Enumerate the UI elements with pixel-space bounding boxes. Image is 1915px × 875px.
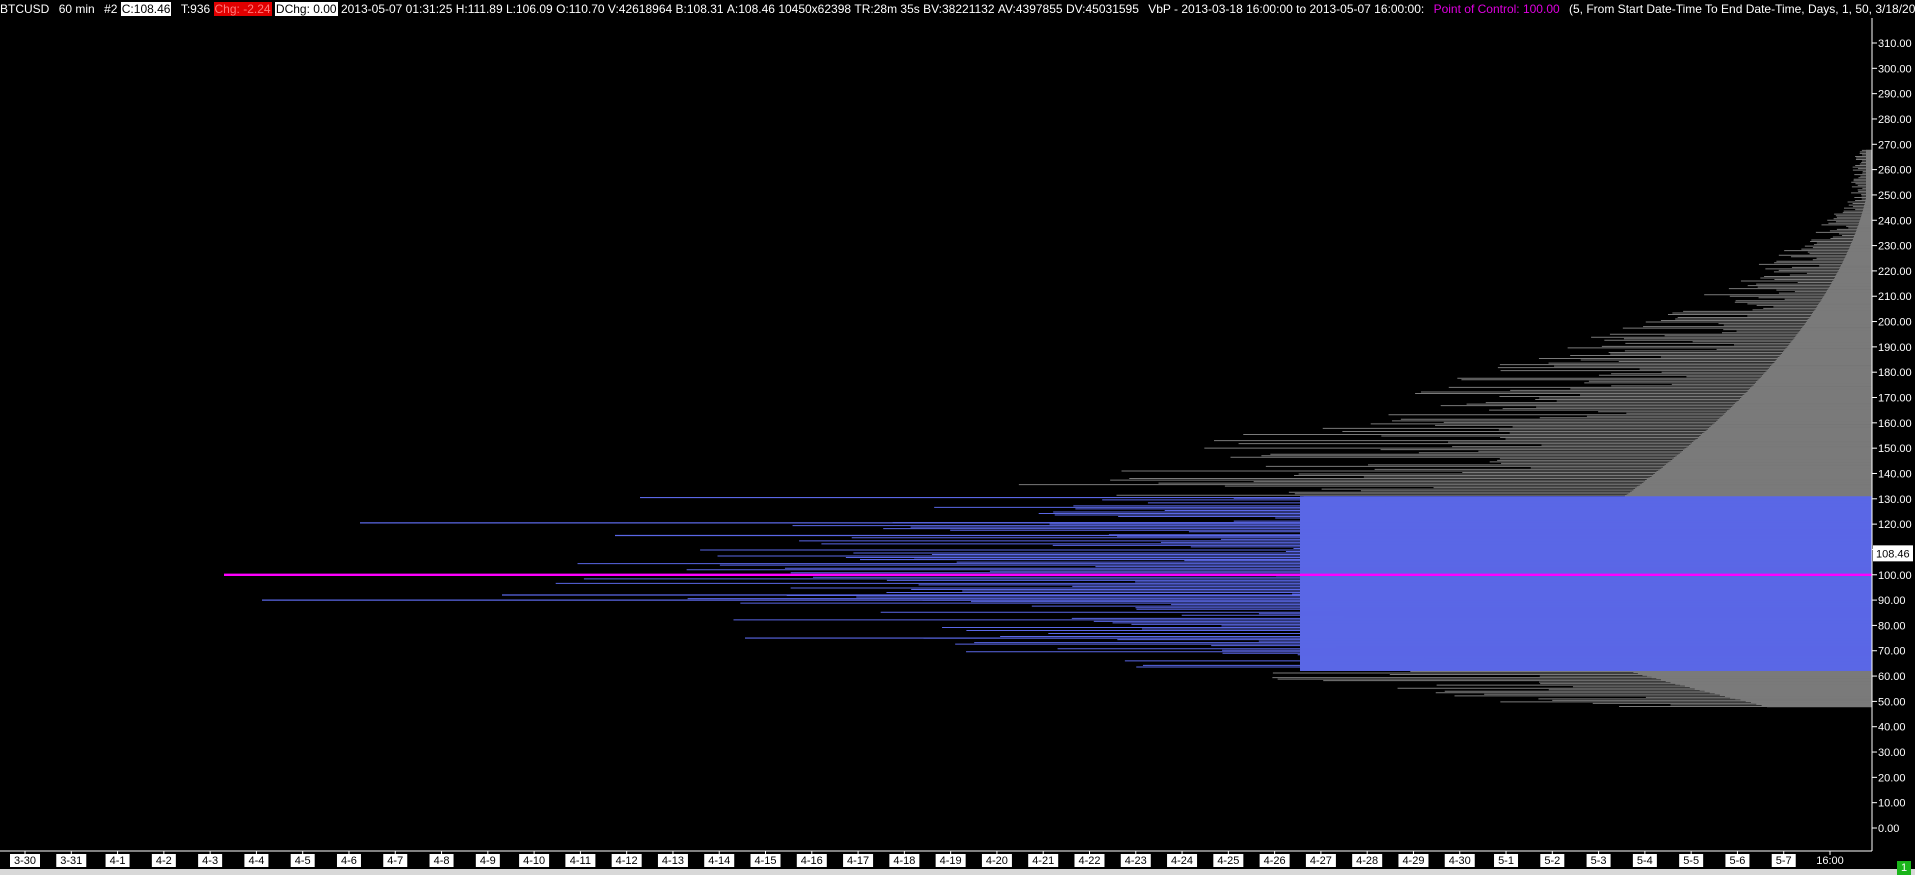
x-axis-label: 4-18 — [893, 855, 915, 867]
close-price: C:108.46 — [120, 2, 172, 16]
y-axis-label: 290.00 — [1878, 89, 1912, 101]
x-axis-label: 5-7 — [1776, 855, 1792, 867]
y-axis-label: 10.00 — [1878, 798, 1906, 810]
timestamp: 2013-05-07 01:31:25 — [340, 2, 453, 16]
y-axis-label: 210.00 — [1878, 291, 1912, 303]
x-axis-label: 4-10 — [523, 855, 545, 867]
x-axis-label: 5-4 — [1637, 855, 1653, 867]
x-axis-label: 4-2 — [156, 855, 172, 867]
x-axis-label: 4-15 — [754, 855, 776, 867]
x-axis-label: 3-31 — [60, 855, 82, 867]
x-axis-label: 5-1 — [1498, 855, 1514, 867]
x-axis-label: 4-21 — [1032, 855, 1054, 867]
x-axis-label: 4-20 — [986, 855, 1008, 867]
x-axis-label: 4-3 — [202, 855, 218, 867]
high-value: H:111.89 — [455, 2, 503, 16]
x-axis-label: 4-26 — [1264, 855, 1286, 867]
x-axis-label: 4-4 — [248, 855, 264, 867]
x-axis-label: 4-13 — [662, 855, 684, 867]
y-axis-label: 240.00 — [1878, 215, 1912, 227]
open-value: O:110.70 — [556, 2, 605, 16]
y-axis-label: 300.00 — [1878, 63, 1912, 75]
chart-header: BTCUSD 60 min #2 C:108.46 T:936 Chg: -2.… — [0, 0, 1915, 18]
x-axis-label: 4-17 — [847, 855, 869, 867]
ask-volume: AV:4397855 — [997, 2, 1063, 16]
y-axis-label: 170.00 — [1878, 393, 1912, 405]
y-axis-label: 90.00 — [1878, 595, 1906, 607]
x-axis-label: 5-6 — [1729, 855, 1745, 867]
y-axis-label: 40.00 — [1878, 722, 1906, 734]
x-axis-label: 16:00 — [1816, 855, 1844, 867]
y-axis-label: 140.00 — [1878, 468, 1912, 480]
x-axis-label: 4-29 — [1402, 855, 1424, 867]
y-axis-label: 50.00 — [1878, 696, 1906, 708]
low-value: L:106.09 — [506, 2, 553, 16]
poc-label: Point of Control: 100.00 — [1433, 2, 1560, 16]
daily-change: DChg: 0.00 — [274, 2, 338, 16]
y-axis-label: 270.00 — [1878, 139, 1912, 151]
x-axis-label: 4-5 — [295, 855, 311, 867]
x-axis-label: 5-5 — [1683, 855, 1699, 867]
study-name[interactable]: VbP - 2013-03-18 16:00:00 to 2013-05-07 … — [1148, 0, 1424, 18]
x-axis-label: 4-22 — [1078, 855, 1100, 867]
x-axis-label: 5-3 — [1591, 855, 1607, 867]
x-axis-label: 4-12 — [616, 855, 638, 867]
y-axis-label: 130.00 — [1878, 494, 1912, 506]
x-axis-label: 3-30 — [14, 855, 36, 867]
time-remaining: TR:28m 35s — [854, 2, 920, 16]
x-axis-label: 4-16 — [801, 855, 823, 867]
x-axis-label: 4-7 — [387, 855, 403, 867]
y-axis-label: 0.00 — [1878, 823, 1899, 835]
delta-volume: DV:45031595 — [1065, 2, 1139, 16]
ask-value: A:108.46 — [726, 2, 775, 16]
volume-profile-chart[interactable]: 310.00 300.00 290.00 280.00 270.00 260.00 250.… — [0, 18, 1915, 869]
symbol[interactable]: BTCUSD — [0, 0, 49, 18]
status-indicator[interactable]: 1 — [1897, 861, 1911, 875]
x-axis-label: 4-24 — [1171, 855, 1193, 867]
bid-value: B:108.31 — [675, 2, 724, 16]
x-axis-label: 4-19 — [940, 855, 962, 867]
y-axis-label: 120.00 — [1878, 519, 1912, 531]
interval[interactable]: 60 min — [59, 0, 95, 18]
y-axis-label: 100.00 — [1878, 570, 1912, 582]
tick-count: T:936 — [180, 2, 211, 16]
y-axis-label: 20.00 — [1878, 772, 1906, 784]
x-axis-label: 4-1 — [110, 855, 126, 867]
y-axis-label: 190.00 — [1878, 342, 1912, 354]
y-axis-label: 80.00 — [1878, 620, 1906, 632]
chart-number: #2 — [104, 2, 118, 16]
y-axis-label: 30.00 — [1878, 747, 1906, 759]
x-axis-label: 4-25 — [1217, 855, 1239, 867]
x-axis-label: 4-14 — [708, 855, 730, 867]
volume-value: V:42618964 — [607, 2, 673, 16]
x-axis-label: 4-23 — [1125, 855, 1147, 867]
x-axis-label: 4-9 — [480, 855, 496, 867]
x-axis-label: 5-2 — [1544, 855, 1560, 867]
y-axis-label: 250.00 — [1878, 190, 1912, 202]
x-axis-label: 4-11 — [570, 855, 591, 867]
y-axis-label: 220.00 — [1878, 266, 1912, 278]
change-value: Chg: -2.24 — [213, 2, 272, 16]
x-axis-label: 4-27 — [1310, 855, 1332, 867]
study-params: (5, From Start Date-Time To End Date-Tim… — [1569, 2, 1915, 16]
last-price-label: 108.46 — [1876, 548, 1910, 560]
y-axis-label: 260.00 — [1878, 165, 1912, 177]
x-axis-label: 4-8 — [434, 855, 450, 867]
y-axis-label: 310.00 — [1878, 38, 1912, 50]
y-axis-label: 280.00 — [1878, 114, 1912, 126]
bid-ask-size: 10450x62398 — [778, 2, 852, 16]
bid-volume: BV:38221132 — [923, 2, 995, 16]
horizontal-scrollbar[interactable] — [0, 869, 1915, 875]
y-axis-label: 200.00 — [1878, 317, 1912, 329]
y-axis-label: 150.00 — [1878, 443, 1912, 455]
y-axis-label: 160.00 — [1878, 418, 1912, 430]
x-axis-label: 4-30 — [1449, 855, 1471, 867]
y-axis-label: 180.00 — [1878, 367, 1912, 379]
x-axis-label: 4-6 — [341, 855, 357, 867]
y-axis-label: 230.00 — [1878, 241, 1912, 253]
y-axis-label: 70.00 — [1878, 646, 1906, 658]
x-axis-label: 4-28 — [1356, 855, 1378, 867]
y-axis-label: 60.00 — [1878, 671, 1906, 683]
